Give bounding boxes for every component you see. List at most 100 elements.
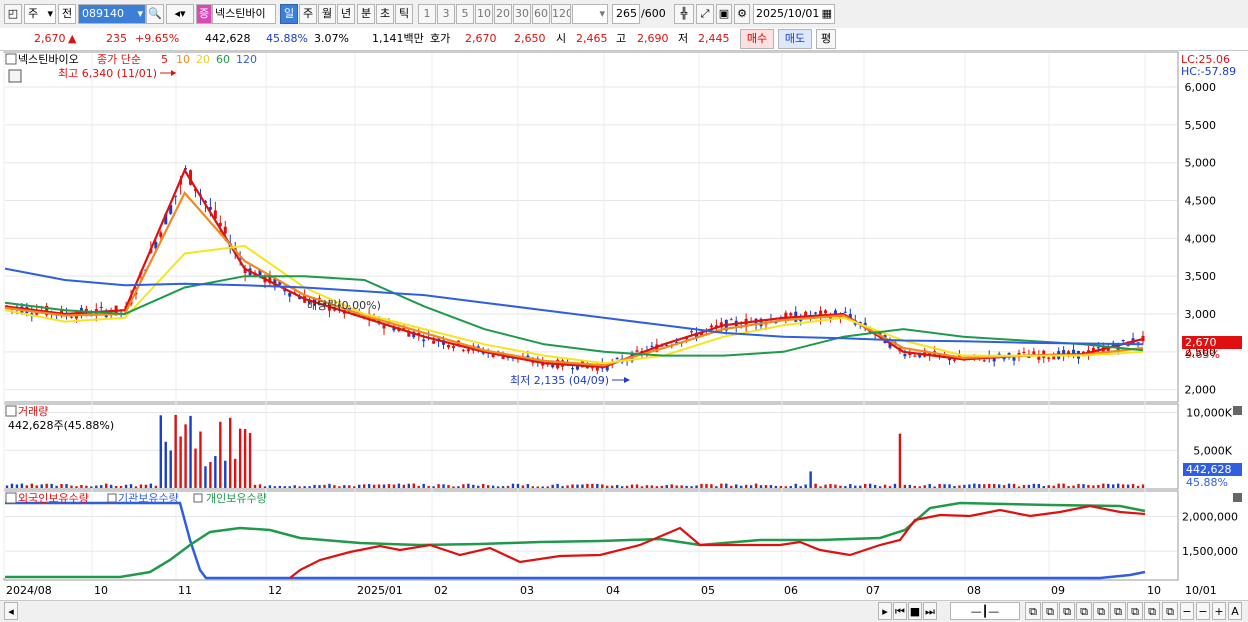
candle-body [709, 325, 713, 328]
candle-body [1022, 351, 1026, 353]
volume-bar [814, 483, 817, 488]
volume-bar [1126, 484, 1130, 488]
volume-close-icon[interactable] [1233, 406, 1242, 415]
volume-bar [372, 484, 376, 488]
zoom-slider[interactable]: —┃— [950, 602, 1020, 620]
volume-bar [392, 484, 396, 488]
volume-bar [903, 484, 907, 488]
volume-bar [938, 483, 941, 488]
zoom-icon-4[interactable]: ⧉ [1076, 602, 1092, 620]
volume-bar [997, 484, 1001, 488]
zoom-in-icon[interactable]: + [1212, 602, 1226, 620]
font-size-icon[interactable]: A [1228, 602, 1242, 620]
volume-bar [179, 436, 182, 488]
volume-bar [447, 485, 450, 488]
volume-bar [422, 483, 425, 488]
low-marker: 최저 2,135 (04/09) [510, 374, 609, 387]
volume-bar [655, 486, 659, 488]
indiv-legend-box [193, 493, 203, 503]
volume-bar [675, 485, 678, 488]
volume-bar [70, 485, 73, 488]
volume-bar [338, 486, 341, 488]
volume-bar [988, 483, 991, 488]
candle-body [571, 368, 575, 370]
volume-bar [1027, 484, 1031, 488]
volume-bar [606, 485, 609, 488]
stock-chart[interactable]: 2,0002,5003,0003,5004,0004,5005,0005,500… [0, 0, 1248, 600]
candle-body [99, 306, 103, 308]
table-icon[interactable] [8, 69, 22, 83]
volume-bar [358, 484, 361, 488]
volume-bar [25, 485, 29, 488]
holdings-close-icon[interactable] [1233, 493, 1242, 502]
zoom-icon-8[interactable]: ⧉ [1144, 602, 1160, 620]
volume-bar [109, 484, 113, 488]
volume-bar [859, 485, 862, 488]
y-tick-label: 5,500 [1185, 119, 1217, 132]
volume-bar [784, 486, 788, 488]
candle-body [1047, 357, 1051, 359]
volume-bar [630, 484, 634, 488]
volume-bar [541, 486, 544, 488]
volume-bar [442, 484, 445, 488]
candle-body [461, 349, 465, 351]
hc-value: HC:-57.89 [1181, 65, 1236, 78]
volume-bar [60, 483, 63, 488]
zoom-icon-3[interactable]: ⧉ [1059, 602, 1075, 620]
volume-bar [169, 450, 172, 488]
scroll-right-icon[interactable]: ▸ [878, 602, 892, 620]
volume-bar [764, 485, 768, 488]
zoom-icon-2[interactable]: ⧉ [1042, 602, 1058, 620]
zoom-out-icon[interactable]: − [1180, 602, 1194, 620]
volume-bar [348, 485, 351, 488]
volume-bar [551, 484, 554, 488]
volume-bar [531, 486, 535, 488]
volume-bar [1062, 483, 1065, 488]
x-tick-label: 02 [434, 584, 448, 597]
volume-bar [804, 484, 807, 488]
volume-bar [893, 483, 897, 488]
volume-bar [362, 484, 366, 488]
zoom-icon-6[interactable]: ⧉ [1110, 602, 1126, 620]
ma-5: 5 [161, 53, 168, 66]
rewind-icon[interactable]: ⏮ [893, 602, 907, 620]
volume-bar [427, 486, 430, 488]
volume-bar [526, 484, 530, 488]
volume-bar [283, 486, 286, 488]
volume-bar [229, 417, 232, 488]
volume-bar [472, 484, 475, 488]
fast-forward-icon[interactable]: ⏭ [923, 602, 937, 620]
volume-bar [963, 484, 966, 488]
holdings-panel-menu-icon[interactable] [5, 492, 17, 504]
zoom-icon-1[interactable]: ⧉ [1025, 602, 1041, 620]
volume-bar [635, 484, 639, 488]
stop-icon[interactable]: ■ [908, 602, 922, 620]
volume-bar [943, 484, 946, 488]
volume-bar [983, 484, 986, 488]
volume-bar [586, 483, 589, 488]
volume-bar [387, 484, 391, 488]
volume-bar [933, 486, 936, 488]
volume-bar [650, 485, 654, 488]
volume-bar [452, 486, 455, 488]
panel-menu-icon[interactable] [5, 53, 17, 65]
volume-bar [219, 421, 222, 488]
volume-bar [1067, 486, 1070, 488]
volume-panel-menu-icon[interactable] [5, 405, 17, 417]
volume-bar [397, 483, 401, 488]
candle-body [690, 331, 694, 333]
volume-bar [224, 460, 227, 488]
minus-icon[interactable]: − [1196, 602, 1210, 620]
zoom-icon-7[interactable]: ⧉ [1127, 602, 1143, 620]
zoom-icon-9[interactable]: ⧉ [1162, 602, 1178, 620]
scroll-left-icon[interactable]: ◂ [4, 602, 18, 620]
volume-bar [730, 485, 733, 488]
volume-bar [159, 415, 162, 488]
volume-bar [1047, 485, 1050, 488]
inst-holdings-label: 기관보유수량 [118, 492, 179, 505]
zoom-icon-5[interactable]: ⧉ [1093, 602, 1109, 620]
volume-bar [601, 484, 604, 488]
volume-bar [705, 483, 708, 488]
volume-bar [35, 485, 38, 488]
x-tick-label: 2025/01 [357, 584, 403, 597]
